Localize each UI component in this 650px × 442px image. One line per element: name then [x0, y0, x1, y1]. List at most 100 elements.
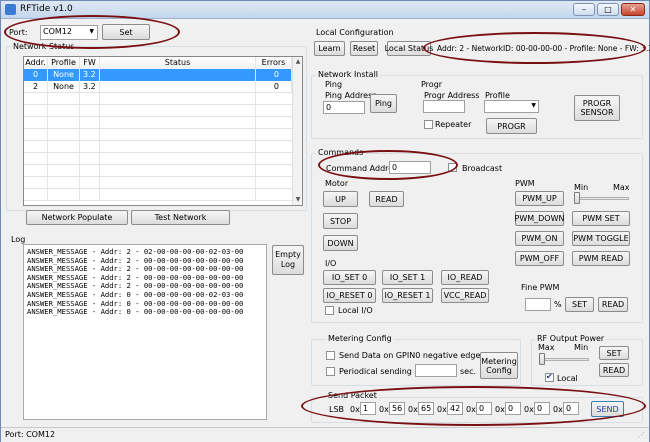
col-status: Status — [100, 57, 256, 69]
io-read-button[interactable]: IO_READ — [441, 270, 489, 285]
metering-config-button[interactable]: Metering Config — [480, 352, 518, 379]
network-status-grid[interactable]: Addr. Profile FW Status Errors 0 None 3.… — [23, 56, 303, 206]
reset-button[interactable]: Reset — [350, 41, 378, 56]
metering-title: Metering Config — [326, 334, 394, 343]
io-set1-button[interactable]: IO_SET 1 — [382, 270, 433, 285]
broadcast-label: Broadcast — [462, 164, 503, 173]
byte-prefix: 0x — [379, 405, 389, 414]
minimize-button[interactable]: – — [573, 3, 595, 16]
packet-byte-4-input[interactable]: 42 — [447, 402, 463, 415]
repeater-checkbox[interactable] — [424, 120, 433, 129]
empty-log-button[interactable]: Empty Log — [272, 245, 304, 275]
scroll-down-icon[interactable]: ▼ — [293, 195, 302, 205]
network-populate-button[interactable]: Network Populate — [26, 210, 128, 225]
periodic-input[interactable] — [415, 364, 457, 377]
broadcast-checkbox[interactable] — [448, 163, 457, 172]
rf-read-button[interactable]: READ — [599, 363, 629, 377]
table-row — [24, 141, 292, 153]
scroll-up-icon[interactable]: ▲ — [293, 57, 302, 67]
gpin-checkbox[interactable] — [326, 351, 335, 360]
title-bar: RFTide v1.0 – □ ✕ — [1, 1, 649, 19]
commands-title: Commands — [316, 148, 366, 157]
grid-header: Addr. Profile FW Status Errors — [24, 57, 292, 69]
table-row — [24, 153, 292, 165]
byte-prefix: 0x — [495, 405, 505, 414]
io-set0-button[interactable]: IO_SET 0 — [323, 270, 376, 285]
local-status-button[interactable]: Local Status — [385, 41, 433, 56]
gpin-label: Send Data on GPIN0 negative edge — [339, 351, 481, 360]
local-io-checkbox[interactable] — [325, 306, 334, 315]
rf-min-label: Min — [574, 343, 589, 352]
byte-prefix: 0x — [553, 405, 563, 414]
vcc-read-button[interactable]: VCC_READ — [441, 288, 489, 303]
table-row — [24, 129, 292, 141]
progr-button[interactable]: PROGR — [486, 118, 537, 134]
pwm-toggle-button[interactable]: PWM TOGGLE — [572, 231, 630, 246]
io-reset1-button[interactable]: IO_RESET 1 — [382, 288, 433, 303]
grid-scrollbar[interactable]: ▲ ▼ — [292, 57, 302, 205]
chevron-down-icon: ▼ — [89, 28, 94, 35]
send-button[interactable]: SEND — [591, 401, 624, 417]
periodic-checkbox[interactable] — [326, 367, 335, 376]
cell-profile: None — [48, 81, 80, 93]
port-set-button[interactable]: Set — [102, 24, 150, 40]
cell-fw: 3.2 — [80, 69, 100, 81]
maximize-button[interactable]: □ — [597, 3, 619, 16]
log-textbox[interactable]: ANSWER_MESSAGE - Addr: 2 - 02-00-00-00-0… — [23, 244, 267, 420]
progr-address-input[interactable] — [423, 100, 465, 113]
pwm-slider[interactable] — [574, 197, 629, 200]
col-fw: FW — [80, 57, 100, 69]
rf-local-label: Local — [557, 374, 578, 383]
packet-byte-1-input[interactable]: 1 — [360, 402, 376, 415]
command-address-input[interactable]: 0 — [389, 161, 431, 174]
profile-label: Profile — [485, 91, 510, 100]
profile-select[interactable]: ▼ — [484, 100, 539, 113]
table-row[interactable]: 0 None 3.2 0 — [24, 69, 292, 81]
resize-grip-icon[interactable]: ⋰ — [638, 431, 645, 439]
progr-sensor-button[interactable]: PROGR SENSOR — [574, 95, 620, 121]
ping-address-input[interactable]: 0 — [323, 101, 365, 114]
learn-button[interactable]: Learn — [314, 41, 345, 56]
fine-pwm-read-button[interactable]: READ — [598, 297, 628, 312]
port-label: Port: — [9, 28, 28, 37]
pwm-up-button[interactable]: PWM_UP — [515, 191, 564, 206]
cell-errors: 0 — [256, 81, 292, 93]
motor-up-button[interactable]: UP — [323, 191, 358, 207]
pwm-set-button[interactable]: PWM SET — [572, 211, 630, 226]
fine-pwm-unit: % — [554, 300, 562, 309]
fine-pwm-input[interactable] — [525, 298, 551, 311]
chevron-down-icon: ▼ — [531, 102, 536, 109]
packet-byte-6-input[interactable]: 0 — [505, 402, 521, 415]
rf-set-button[interactable]: SET — [599, 346, 629, 360]
pwm-title: PWM — [515, 179, 535, 188]
table-row — [24, 165, 292, 177]
packet-byte-7-input[interactable]: 0 — [534, 402, 550, 415]
table-row[interactable]: 2 None 3.2 0 — [24, 81, 292, 93]
cell-status — [100, 81, 256, 93]
motor-read-button[interactable]: READ — [369, 191, 404, 207]
pwm-slider-thumb[interactable] — [574, 192, 580, 204]
rf-power-slider-thumb[interactable] — [539, 353, 545, 365]
test-network-button[interactable]: Test Network — [131, 210, 230, 225]
pwm-down-button[interactable]: PWM_DOWN — [515, 211, 565, 226]
motor-down-button[interactable]: DOWN — [323, 235, 358, 251]
ping-button[interactable]: Ping — [370, 94, 397, 113]
cell-fw: 3.2 — [80, 81, 100, 93]
packet-byte-3-input[interactable]: 65 — [418, 402, 434, 415]
send-packet-title: Send Packet — [326, 391, 379, 400]
motor-stop-button[interactable]: STOP — [323, 213, 358, 229]
table-row — [24, 93, 292, 105]
io-reset0-button[interactable]: IO_RESET 0 — [323, 288, 376, 303]
port-select[interactable]: COM12 ▼ — [40, 25, 98, 40]
packet-byte-2-input[interactable]: 56 — [389, 402, 405, 415]
rf-local-checkbox[interactable] — [545, 372, 554, 382]
pwm-read-button[interactable]: PWM READ — [572, 251, 630, 266]
pwm-off-button[interactable]: PWM_OFF — [515, 251, 564, 266]
rf-power-slider[interactable] — [539, 358, 589, 361]
packet-byte-8-input[interactable]: 0 — [563, 402, 579, 415]
close-button[interactable]: ✕ — [621, 3, 645, 16]
pwm-on-button[interactable]: PWM_ON — [515, 231, 564, 246]
table-row — [24, 189, 292, 201]
fine-pwm-set-button[interactable]: SET — [565, 297, 594, 312]
packet-byte-5-input[interactable]: 0 — [476, 402, 492, 415]
